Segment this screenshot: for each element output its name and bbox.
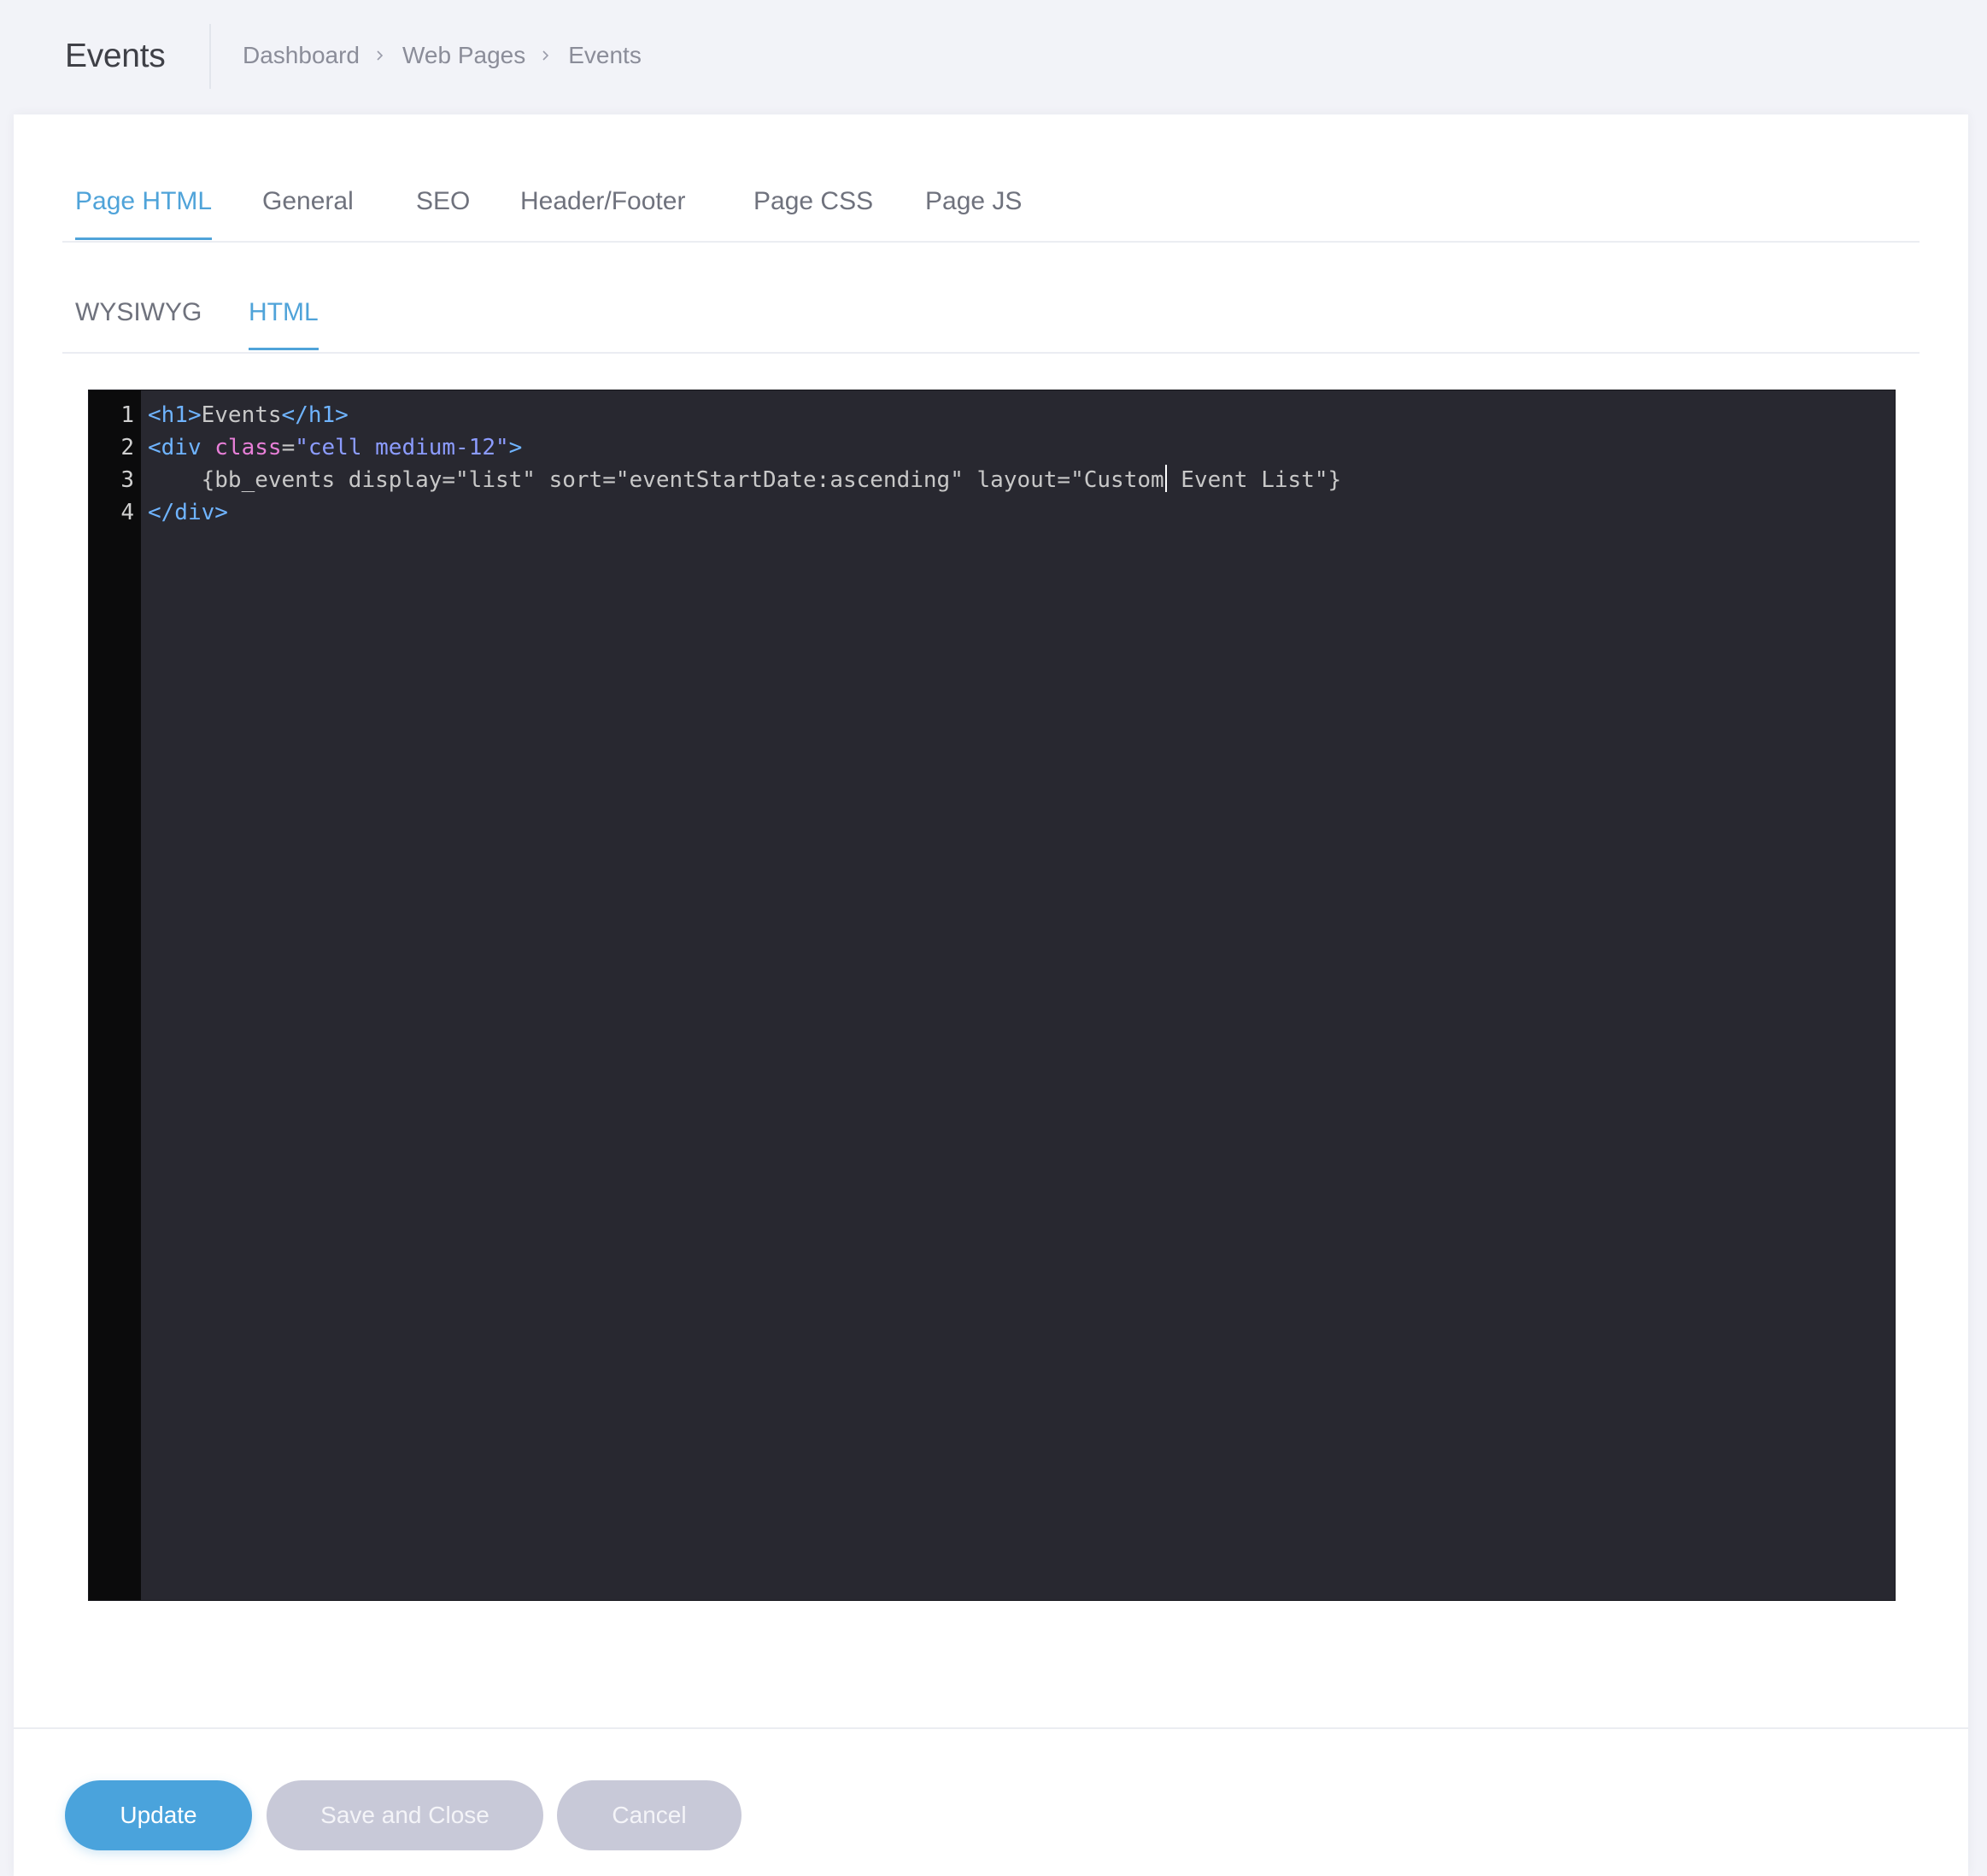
- code-token: Events: [201, 402, 282, 428]
- code-editor[interactable]: 1 <h1>Events</h1> 2 <div class="cell medium…: [88, 390, 1896, 1601]
- line-code: </div>: [148, 496, 228, 529]
- tab-page-css[interactable]: Page CSS: [753, 185, 873, 219]
- code-token: class: [214, 435, 282, 460]
- code-token: </div>: [148, 500, 228, 525]
- page-editor-card: Page HTML General SEO Header/Footer Page…: [14, 114, 1968, 1876]
- line-number-gutter: [89, 390, 141, 1600]
- tab-html[interactable]: HTML: [249, 296, 319, 350]
- line-number: 2: [120, 435, 134, 460]
- line-code: {bb_events display="list" sort="eventSta…: [148, 464, 1341, 496]
- code-token: <div: [148, 435, 215, 460]
- page-title: Events: [65, 38, 166, 74]
- tab-page-js[interactable]: Page JS: [925, 185, 1022, 219]
- text-cursor: [1164, 465, 1167, 492]
- breadcrumb-events[interactable]: Events: [568, 39, 642, 72]
- code-token: "cell medium-12": [295, 435, 509, 460]
- tab-wysiwyg[interactable]: WYSIWYG: [75, 296, 202, 330]
- code-content[interactable]: 1 <h1>Events</h1> 2 <div class="cell medium…: [89, 399, 1895, 529]
- code-token: <h1>: [148, 402, 202, 428]
- code-token: {bb_events display="list" sort="eventSta…: [148, 467, 1164, 493]
- tab-page-html[interactable]: Page HTML: [75, 185, 213, 240]
- cancel-button[interactable]: Cancel: [557, 1780, 741, 1850]
- code-line[interactable]: 3 {bb_events display="list" sort="eventS…: [89, 464, 1895, 496]
- code-token: Event List"}: [1167, 467, 1342, 493]
- line-number: 4: [120, 500, 134, 525]
- code-token: =: [281, 435, 296, 460]
- update-button[interactable]: Update: [65, 1780, 252, 1850]
- subheader: Events Dashboard Web Pages Events: [0, 0, 1987, 114]
- line-code: <div class="cell medium-12">: [148, 431, 522, 464]
- breadcrumb-web-pages[interactable]: Web Pages: [402, 39, 525, 72]
- code-line[interactable]: 2 <div class="cell medium-12">: [89, 431, 1895, 464]
- tab-header-footer[interactable]: Header/Footer: [520, 185, 685, 219]
- tab-seo[interactable]: SEO: [416, 185, 470, 219]
- code-line[interactable]: 1 <h1>Events</h1>: [89, 399, 1895, 431]
- editor-mode-tabs: WYSIWYG HTML: [62, 241, 1920, 354]
- chevron-right-icon: [541, 50, 551, 61]
- code-token: </h1>: [281, 402, 349, 428]
- breadcrumb-dashboard[interactable]: Dashboard: [243, 39, 360, 72]
- code-token: >: [508, 435, 523, 460]
- footer-divider: [14, 1727, 1968, 1729]
- tab-general[interactable]: General: [262, 185, 354, 219]
- line-code: <h1>Events</h1>: [148, 399, 349, 431]
- breadcrumb: Dashboard Web Pages Events: [243, 39, 642, 72]
- save-and-close-button[interactable]: Save and Close: [267, 1780, 543, 1850]
- line-number: 3: [120, 467, 134, 493]
- subheader-divider: [209, 24, 211, 89]
- primary-tabs: Page HTML General SEO Header/Footer Page…: [62, 114, 1920, 243]
- line-number: 1: [120, 402, 134, 428]
- code-line[interactable]: 4 </div>: [89, 496, 1895, 529]
- chevron-right-icon: [375, 50, 385, 61]
